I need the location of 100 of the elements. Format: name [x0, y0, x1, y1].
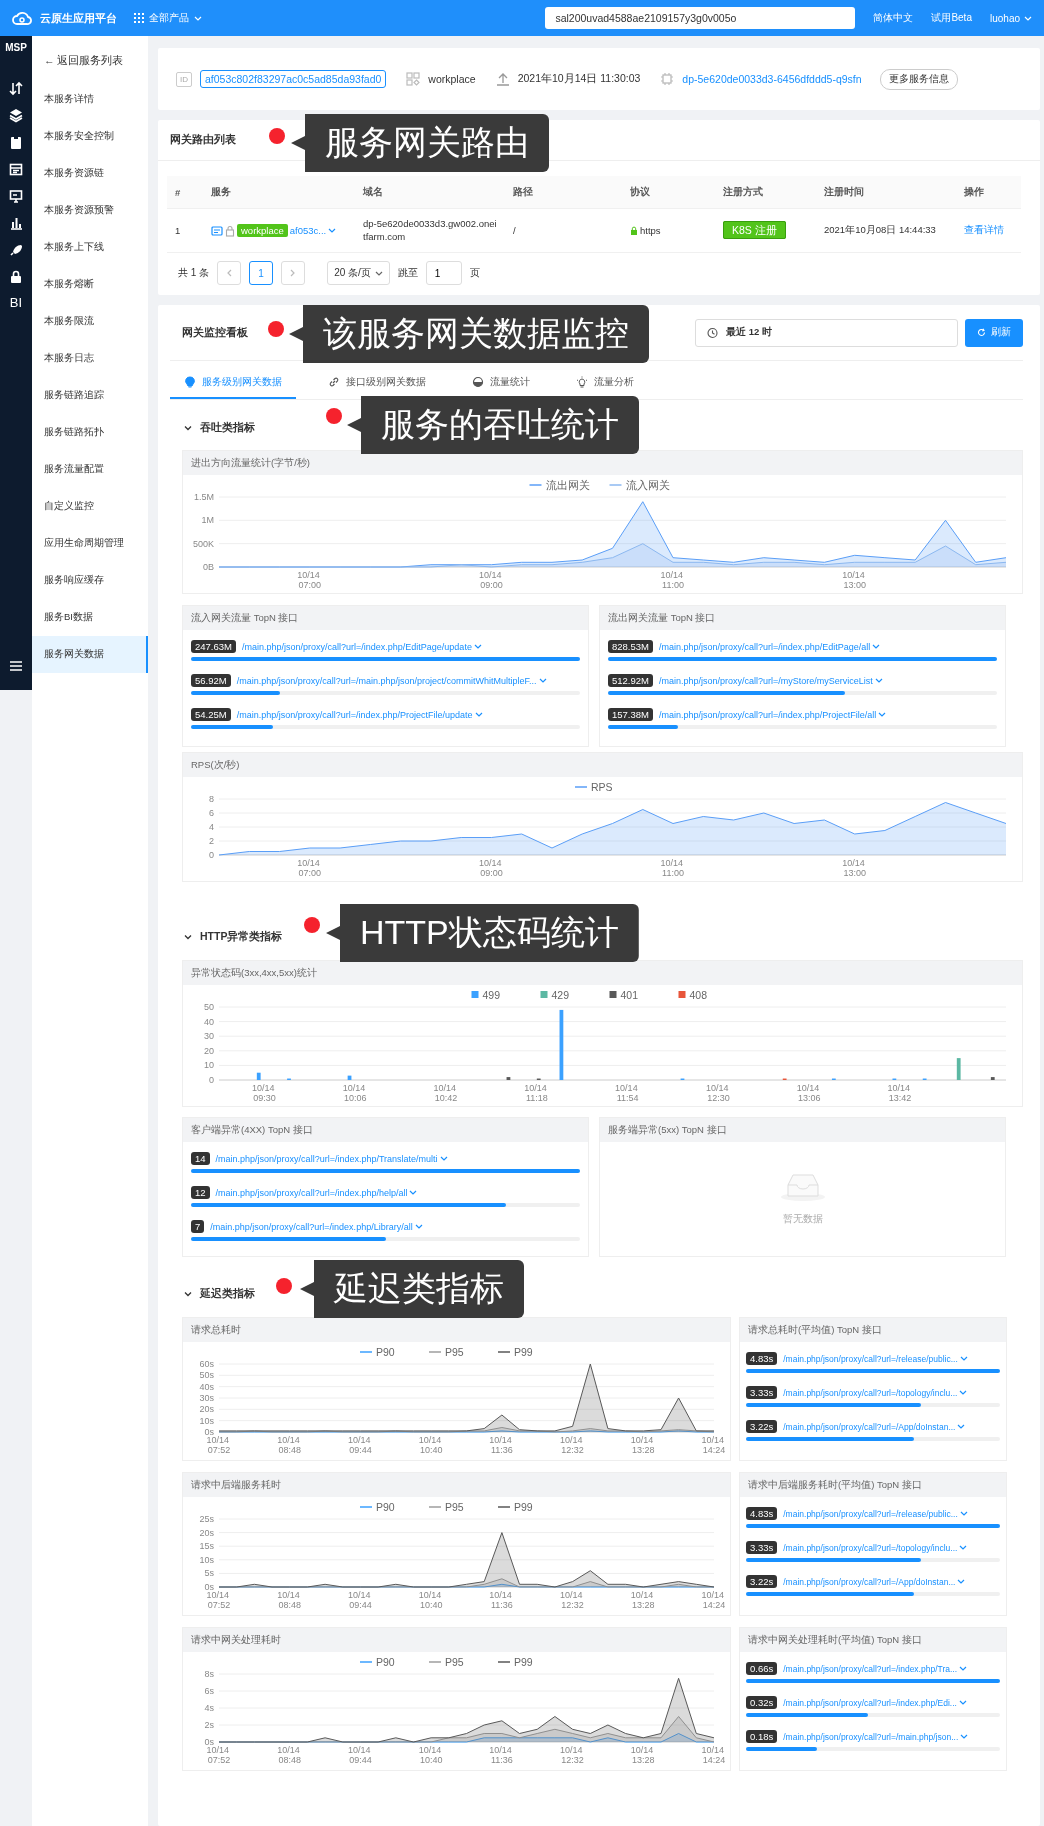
section-toggle[interactable]: 吞吐类指标: [182, 406, 255, 450]
sort-icon[interactable]: [9, 81, 23, 96]
nav-item[interactable]: 服务网关数据: [32, 636, 148, 673]
table-cell-text: /: [512, 225, 517, 236]
clipboard-icon[interactable]: [9, 135, 23, 150]
nav-item[interactable]: 应用生命周期管理: [32, 525, 148, 562]
axis-tick-label: 2s: [204, 1720, 214, 1730]
legend-label: P95: [445, 1346, 464, 1358]
value-badge: 3.33s: [746, 1386, 778, 1399]
menu-icon[interactable]: [9, 660, 23, 672]
legend-item: P99: [497, 1656, 533, 1668]
legend-item: P95: [428, 1346, 464, 1358]
axis-tick-label: 10/14 13:28: [630, 1745, 655, 1765]
value-badge: 247.63M: [191, 640, 236, 653]
axis-tick-label: 25s: [199, 1514, 214, 1524]
axis-tick-label: 10/14 13:00: [842, 858, 866, 878]
legend-item: 408: [678, 989, 708, 1001]
chart-title: 请求中网关处理耗时: [183, 1628, 730, 1652]
page-input[interactable]: 1: [425, 261, 462, 285]
caret-icon: [474, 711, 483, 718]
legend-item: P90: [359, 1501, 395, 1513]
search-field[interactable]: sal200uvad4588ae2109157y3g0v005o: [545, 7, 856, 29]
caret-icon: [872, 643, 881, 650]
axis-tick-label: 0s: [204, 1427, 214, 1437]
inbox-icon: [779, 1172, 826, 1202]
tab[interactable]: 流量分析: [562, 367, 648, 399]
empty-state-text: 暂无数据: [782, 1212, 823, 1226]
bi-nav-item[interactable]: BI: [9, 295, 23, 310]
value-badge: 4.83s: [746, 1507, 778, 1520]
panel-title: 请求中网关处理耗时(平均值) TopN 接口: [740, 1628, 1006, 1652]
bar: [990, 1077, 995, 1080]
axis-tick-label: 10/14 09:00: [478, 858, 503, 878]
nav-item[interactable]: 本服务详情: [32, 81, 148, 118]
nav-item[interactable]: 本服务上下线: [32, 229, 148, 266]
value-badge: 4.83s: [746, 1352, 778, 1365]
axis-tick-label: 10/14 14:24: [701, 1435, 726, 1455]
column-header: 协议: [629, 185, 651, 199]
axis-tick-label: 5s: [204, 1568, 214, 1579]
axis-tick-label: 10/14 08:48: [277, 1745, 301, 1765]
bar-chart-icon[interactable]: [9, 216, 23, 231]
nav-item[interactable]: 服务流量配置: [32, 451, 148, 488]
value-badge: 7: [191, 1220, 205, 1233]
page-size-select[interactable]: 20 条/页: [327, 261, 390, 285]
nav-item[interactable]: 自定义监控: [32, 488, 148, 525]
axis-tick-label: 8s: [204, 1669, 214, 1679]
deploy-time: 2021年10月14日 11:30:03: [517, 72, 641, 86]
panel-title: 流入网关流量 TopN 接口: [183, 606, 588, 630]
id-card-icon: [211, 224, 223, 237]
layers-icon[interactable]: [9, 108, 23, 123]
nav-item[interactable]: 本服务日志: [32, 340, 148, 377]
axis-tick-label: 10/14 12:32: [560, 1745, 584, 1765]
legend-item: P95: [428, 1501, 464, 1513]
tab[interactable]: 流量统计: [458, 367, 544, 399]
caret-icon: [414, 1223, 423, 1230]
nav-item[interactable]: 本服务安全控制: [32, 118, 148, 155]
nav-item[interactable]: 服务响应缓存: [32, 562, 148, 599]
nav-item[interactable]: 服务链路拓扑: [32, 414, 148, 451]
nav-item[interactable]: 服务BI数据: [32, 599, 148, 636]
axis-tick-label: 1.5M: [194, 492, 214, 502]
time-range-picker[interactable]: 最近 12 时: [695, 318, 958, 347]
lock-icon[interactable]: [9, 270, 23, 285]
axis-tick-label: 10/14 10:06: [342, 1083, 367, 1103]
axis-tick-label: 30s: [199, 1393, 214, 1403]
legend-label: P99: [514, 1501, 533, 1513]
callout: 服务网关路由: [291, 114, 549, 172]
nav-item[interactable]: 本服务熔断: [32, 266, 148, 303]
section-toggle[interactable]: 延迟类指标: [182, 1272, 255, 1316]
legend-label: P90: [376, 1346, 395, 1358]
app-title: 云原生应用平台: [40, 10, 118, 26]
axis-tick-label: 10/14 11:36: [489, 1435, 513, 1455]
legend-label: 499: [482, 989, 501, 1001]
total-count: 共 1 条: [178, 266, 210, 280]
nav-item[interactable]: 服务链路追踪: [32, 377, 148, 414]
nav-item[interactable]: 本服务资源预警: [32, 192, 148, 229]
lock-icon: [225, 224, 235, 237]
legend-item: RPS: [574, 781, 613, 793]
nav-item[interactable]: 本服务限流: [32, 303, 148, 340]
monitor-icon[interactable]: [9, 189, 23, 204]
callout: HTTP状态码统计: [326, 904, 639, 962]
legend-item: P90: [359, 1656, 395, 1668]
axis-tick-label: 500K: [192, 538, 214, 549]
chart-title: 请求总耗时: [183, 1318, 730, 1342]
nav-item[interactable]: 本服务资源链: [32, 155, 148, 192]
value-badge: 157.38M: [608, 708, 653, 721]
bar: [347, 1075, 352, 1080]
axis-tick-label: 6: [209, 808, 214, 818]
tab[interactable]: 接口级别网关数据: [314, 367, 440, 399]
axis-tick-label: 10/14 10:40: [418, 1745, 443, 1765]
axis-tick-label: 0: [209, 850, 214, 860]
legend-label: P99: [514, 1346, 533, 1358]
bar: [956, 1058, 961, 1080]
panel-title: 请求总耗时(平均值) TopN 接口: [740, 1318, 1006, 1342]
bar: [506, 1077, 511, 1080]
section-toggle[interactable]: HTTP异常类指标: [182, 915, 283, 959]
table-cell-text: 2021年10月08日 14:44:33: [823, 224, 937, 237]
more-info-button[interactable]: 更多服务信息: [879, 68, 958, 90]
calendar-icon[interactable]: [9, 162, 23, 177]
value-badge: 0.32s: [746, 1696, 778, 1709]
back-link[interactable]: ← 返回服务列表: [32, 42, 148, 79]
axis-tick-label: 0s: [204, 1737, 214, 1747]
